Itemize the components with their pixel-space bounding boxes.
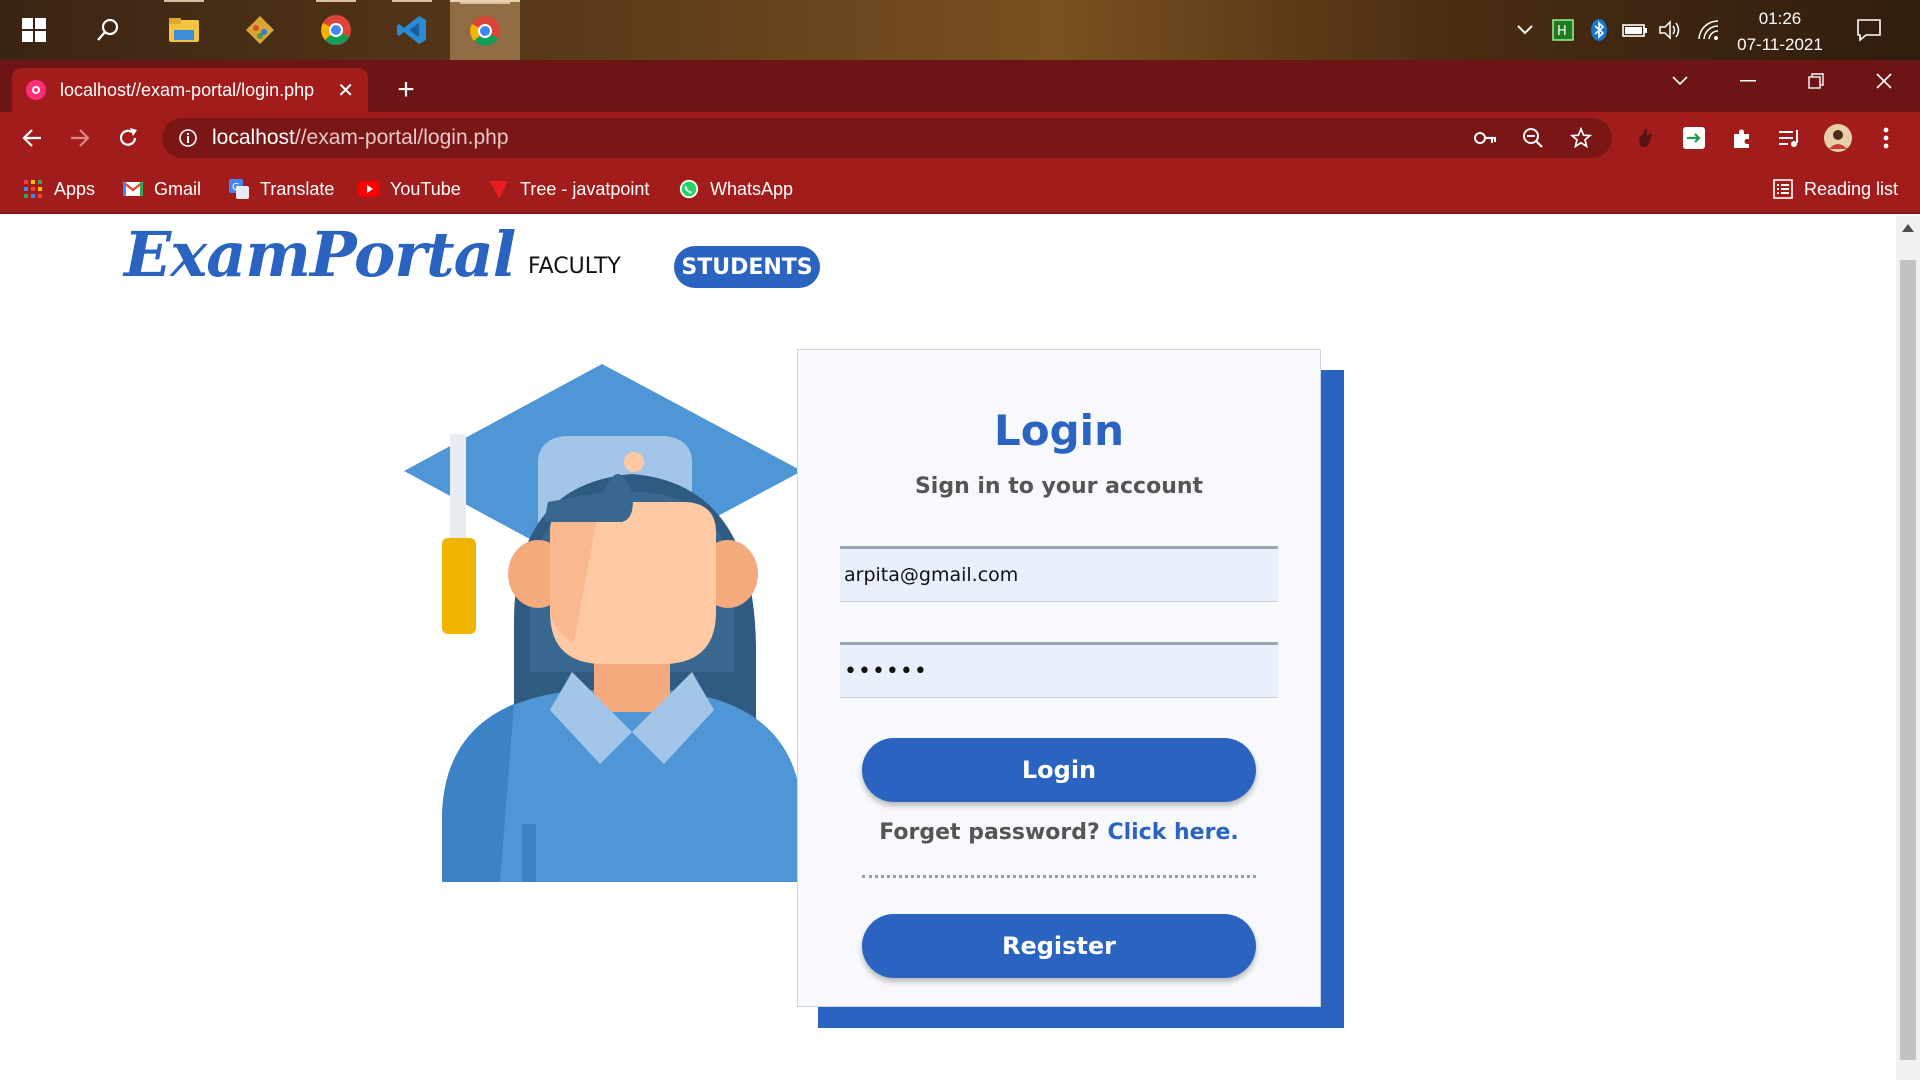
vscode-icon[interactable] — [382, 0, 442, 60]
bookmark-star-icon[interactable] — [1570, 118, 1592, 158]
register-button[interactable]: Register — [862, 914, 1256, 978]
extensions-puzzle-icon[interactable] — [1724, 120, 1760, 156]
search-icon[interactable] — [78, 0, 138, 60]
bookmark-label: WhatsApp — [710, 178, 794, 199]
git-app-icon[interactable] — [230, 0, 290, 60]
profile-avatar-icon[interactable] — [1820, 120, 1856, 156]
bookmark-label: Gmail — [154, 178, 202, 199]
forward-arrow-icon[interactable] — [62, 120, 98, 156]
nav-students-link[interactable]: STUDENTS — [674, 246, 820, 288]
notification-icon[interactable] — [1856, 0, 1882, 60]
chrome-profile-icon[interactable] — [306, 0, 366, 60]
reload-icon[interactable] — [110, 120, 146, 156]
bookmark-translate[interactable]: G Translate — [228, 176, 334, 202]
back-arrow-icon[interactable] — [14, 120, 50, 156]
page-scrollbar[interactable] — [1896, 216, 1920, 1080]
site-logo[interactable]: ExamPortal — [124, 218, 516, 291]
extension-hand-icon[interactable] — [1628, 120, 1664, 156]
bookmark-whatsapp[interactable]: WhatsApp — [678, 176, 793, 202]
gmail-icon — [122, 178, 144, 200]
bookmark-apps[interactable]: Apps — [22, 176, 95, 202]
nav-faculty-link[interactable]: FACULTY — [528, 254, 621, 279]
bookmark-label: Translate — [260, 178, 335, 199]
forget-password-label: Forget password? — [879, 820, 1100, 845]
email-field[interactable] — [840, 546, 1278, 602]
bookmark-youtube[interactable]: YouTube — [358, 176, 461, 202]
tab-favicon-icon — [26, 80, 46, 100]
javatpoint-icon — [488, 178, 510, 200]
minimize-icon[interactable] — [1714, 60, 1782, 102]
volume-icon[interactable] — [1658, 0, 1682, 60]
file-explorer-icon[interactable] — [154, 0, 214, 60]
system-clock[interactable]: 01:26 07-11-2021 — [1730, 6, 1830, 58]
bookmark-javatpoint[interactable]: Tree - javatpoint — [488, 176, 649, 202]
site-info-icon[interactable] — [178, 128, 198, 148]
login-button[interactable]: Login — [862, 738, 1256, 802]
svg-text:G: G — [232, 182, 240, 193]
reading-list-label: Reading list — [1804, 178, 1899, 199]
graduate-student-illustration — [404, 364, 802, 882]
scroll-up-arrow-icon[interactable] — [1902, 224, 1914, 232]
password-field[interactable] — [840, 642, 1278, 698]
address-bar[interactable]: localhost//exam-portal/login.php — [162, 118, 1612, 158]
bookmark-gmail[interactable]: Gmail — [122, 176, 201, 202]
login-subtitle: Sign in to your account — [914, 474, 1204, 499]
close-window-icon[interactable] — [1850, 60, 1918, 102]
chrome-active-icon[interactable] — [450, 0, 520, 60]
svg-text:H: H — [1557, 24, 1567, 39]
tab-close-icon[interactable]: ✕ — [337, 78, 354, 103]
youtube-icon — [358, 178, 380, 200]
hwmonitor-icon[interactable]: H — [1552, 0, 1574, 60]
clock-time: 01:26 — [1758, 9, 1802, 28]
chrome-menu-icon[interactable] — [1868, 120, 1904, 156]
wifi-icon[interactable] — [1696, 0, 1720, 60]
url-path: //exam-portal/login.php — [294, 126, 509, 149]
battery-icon[interactable] — [1622, 0, 1648, 60]
windows-start-icon[interactable] — [4, 0, 64, 60]
whatsapp-icon — [678, 178, 700, 200]
reading-list-icon — [1772, 178, 1794, 200]
url-host: localhost — [212, 126, 295, 149]
translate-icon: G — [228, 178, 250, 200]
forget-password-text: Forget password? Click here. — [798, 820, 1320, 845]
page-viewport: ExamPortal FACULTY STUDENTS Login Sign i… — [0, 216, 1896, 1080]
media-queue-icon[interactable] — [1772, 120, 1808, 156]
zoom-out-icon[interactable] — [1522, 118, 1544, 158]
browser-tab-active[interactable]: localhost//exam-portal/login.php ✕ — [12, 68, 368, 112]
restore-icon[interactable] — [1782, 60, 1850, 102]
windows-taskbar: H 01:26 07-11-2021 — [0, 0, 1920, 60]
bluetooth-icon[interactable] — [1590, 0, 1608, 60]
tray-chevron-icon[interactable] — [1516, 0, 1534, 60]
bookmark-label: Tree - javatpoint — [520, 178, 650, 199]
extension-green-icon[interactable] — [1676, 120, 1712, 156]
bookmark-label: YouTube — [390, 178, 461, 199]
login-title: Login — [994, 406, 1124, 455]
reading-list-button[interactable]: Reading list — [1772, 176, 1898, 202]
clock-date: 07-11-2021 — [1737, 35, 1823, 54]
tab-title: localhost//exam-portal/login.php — [60, 79, 315, 100]
forget-password-link[interactable]: Click here. — [1107, 820, 1238, 845]
dotted-divider — [862, 875, 1256, 878]
login-card: Login Sign in to your account Login Forg… — [797, 349, 1321, 1007]
new-tab-button[interactable]: + — [388, 72, 424, 108]
key-icon[interactable] — [1474, 118, 1498, 158]
bookmark-label: Apps — [54, 178, 96, 199]
apps-grid-icon — [22, 178, 44, 200]
chrome-toolbar: localhost//exam-portal/login.php — [0, 112, 1920, 164]
chrome-tab-strip: localhost//exam-portal/login.php ✕ + — [0, 60, 1920, 112]
scroll-thumb[interactable] — [1900, 260, 1916, 1060]
bookmarks-bar: Apps Gmail G Translate YouTube Tree - ja… — [0, 164, 1920, 214]
tab-search-icon[interactable] — [1646, 60, 1714, 102]
